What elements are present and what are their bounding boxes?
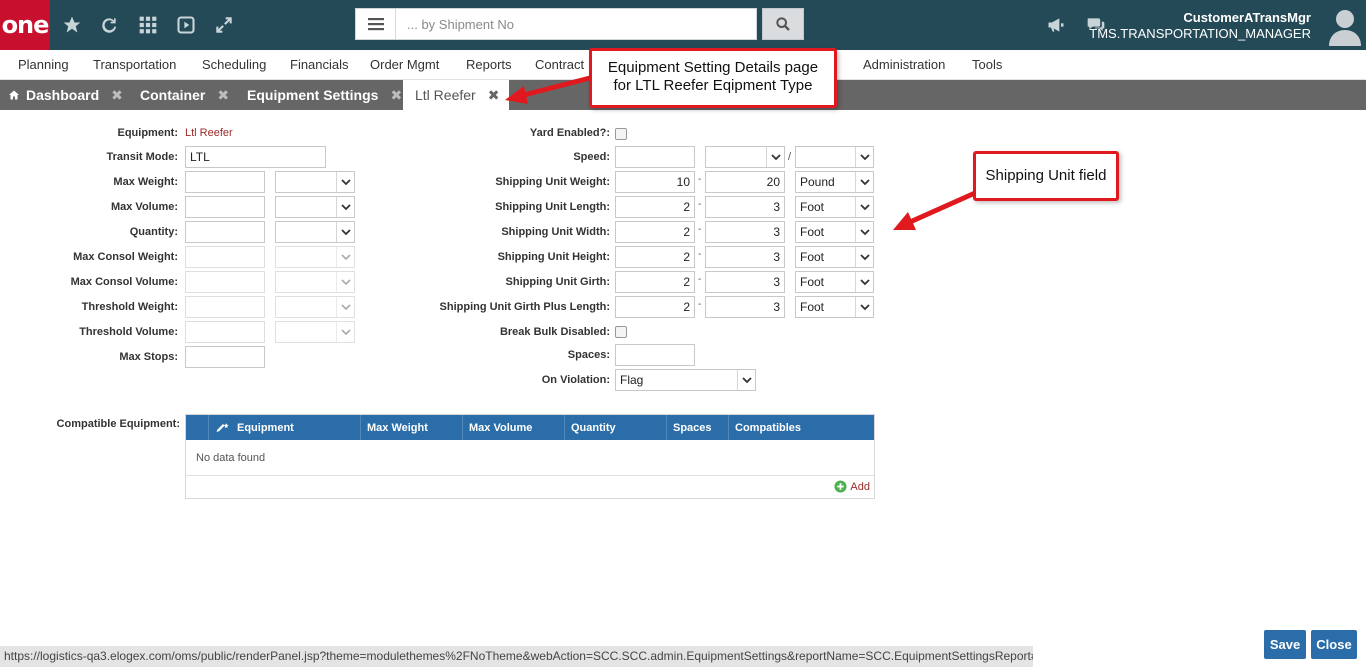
callout-shipping-unit: Shipping Unit field bbox=[973, 151, 1119, 201]
callout-arrow-shipping-unit bbox=[908, 190, 977, 225]
status-bar-url: https://logistics-qa3.elogex.com/oms/pub… bbox=[0, 646, 1033, 667]
callout-details-page: Equipment Setting Details page for LTL R… bbox=[589, 48, 837, 108]
callout-arrowhead-details bbox=[505, 86, 528, 104]
save-button[interactable]: Save bbox=[1264, 630, 1306, 659]
close-button[interactable]: Close bbox=[1311, 630, 1357, 659]
callout-arrow-details bbox=[519, 75, 591, 99]
app-root: one CustomerATrans bbox=[0, 0, 1366, 667]
